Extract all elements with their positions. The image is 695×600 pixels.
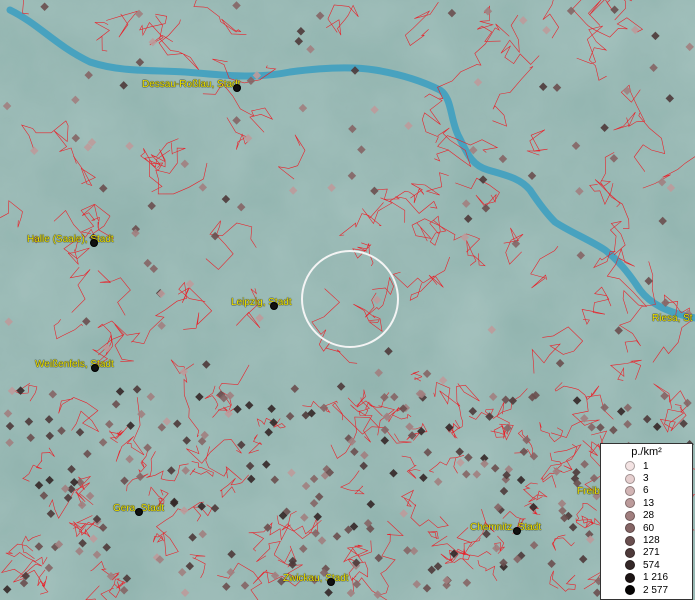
city-marker bbox=[90, 239, 98, 247]
focus-ring bbox=[301, 250, 399, 348]
legend-entry: 574 bbox=[605, 559, 688, 571]
city-label-chemnitz[interactable]: Chemnitz, Stadt bbox=[470, 522, 541, 533]
legend-swatch bbox=[625, 510, 635, 521]
legend-entry: 2 577 bbox=[605, 584, 688, 596]
legend: p./km² 1 3 6 13 28 60 128 271 574 1 216 2 577 bbox=[600, 443, 693, 600]
legend-label: 3 bbox=[643, 473, 649, 485]
legend-entry: 128 bbox=[605, 534, 688, 546]
legend-swatch bbox=[625, 461, 635, 472]
legend-label: 1 bbox=[643, 460, 649, 472]
legend-swatch bbox=[625, 585, 635, 596]
city-marker bbox=[327, 578, 335, 586]
city-marker bbox=[233, 84, 241, 92]
legend-swatch bbox=[625, 572, 635, 583]
legend-label: 28 bbox=[643, 510, 655, 522]
city-marker bbox=[135, 508, 143, 516]
legend-label: 6 bbox=[643, 485, 649, 497]
legend-entry: 271 bbox=[605, 547, 688, 559]
legend-swatch bbox=[625, 485, 635, 496]
legend-label: 2 577 bbox=[643, 584, 669, 596]
legend-entry: 60 bbox=[605, 522, 688, 534]
legend-entry: 3 bbox=[605, 472, 688, 484]
city-label-zwickau[interactable]: Zwickau, Stadt bbox=[283, 573, 349, 584]
city-marker bbox=[91, 364, 99, 372]
legend-swatch bbox=[625, 523, 635, 534]
legend-entry: 6 bbox=[605, 485, 688, 497]
legend-entry: 28 bbox=[605, 510, 688, 522]
city-marker bbox=[270, 302, 278, 310]
city-marker bbox=[513, 527, 521, 535]
city-label-halle[interactable]: Halle (Saale), Stadt bbox=[27, 234, 114, 245]
legend-label: 60 bbox=[643, 522, 655, 534]
city-label-riesa[interactable]: Riesa, St bbox=[652, 313, 693, 324]
legend-label: 271 bbox=[643, 547, 660, 559]
legend-swatch bbox=[625, 547, 635, 558]
legend-title: p./km² bbox=[631, 446, 662, 458]
city-label-leipzig[interactable]: Leipzig, Stadt bbox=[231, 297, 292, 308]
legend-entry: 1 bbox=[605, 460, 688, 472]
legend-entry: 13 bbox=[605, 497, 688, 509]
legend-entry: 1 216 bbox=[605, 572, 688, 584]
city-label-weissenfels[interactable]: Weißenfels, Stadt bbox=[35, 359, 114, 370]
legend-label: 574 bbox=[643, 559, 660, 571]
legend-swatch bbox=[625, 535, 635, 546]
legend-label: 128 bbox=[643, 535, 660, 547]
legend-swatch bbox=[625, 498, 635, 509]
city-label-freiberg[interactable]: Freib bbox=[577, 486, 600, 497]
legend-swatch bbox=[625, 473, 635, 484]
legend-label: 13 bbox=[643, 497, 655, 509]
legend-swatch bbox=[625, 560, 635, 571]
city-label-dessau[interactable]: Dessau-Roßlau, Stadt bbox=[142, 79, 240, 90]
legend-label: 1 216 bbox=[643, 572, 669, 584]
